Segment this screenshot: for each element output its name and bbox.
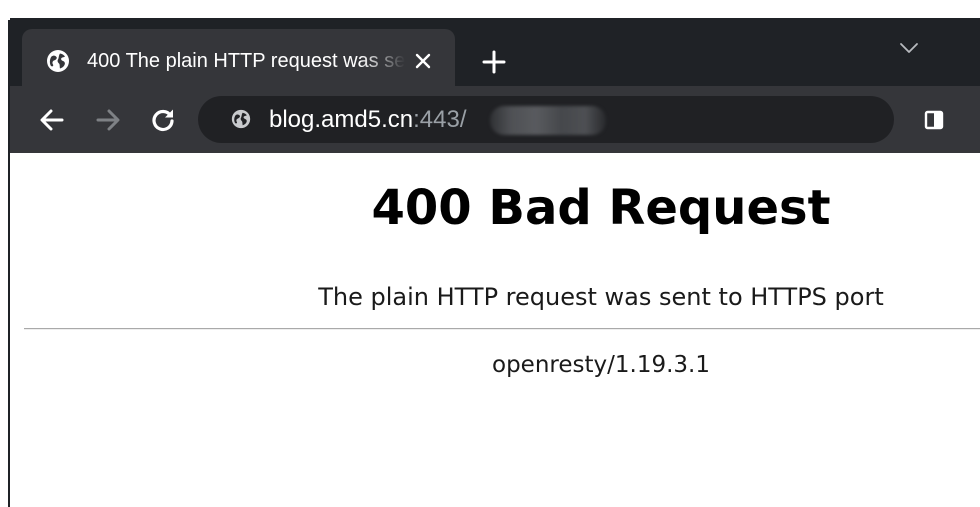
arrow-right-icon[interactable] xyxy=(93,105,123,135)
server-signature: openresty/1.19.3.1 xyxy=(492,352,710,378)
url-host: blog.amd5.cn xyxy=(269,106,414,133)
toolbar: blog.amd5.cn:443/ xyxy=(10,86,980,153)
url-text[interactable]: blog.amd5.cn:443/ xyxy=(269,103,466,136)
plus-icon[interactable] xyxy=(481,49,507,75)
tab-strip: 400 The plain HTTP request was sent to H… xyxy=(10,18,980,86)
address-bar[interactable]: blog.amd5.cn:443/ xyxy=(198,96,894,143)
site-info-icon[interactable] xyxy=(231,109,251,129)
reload-icon[interactable] xyxy=(148,105,178,135)
globe-icon xyxy=(47,50,69,72)
page-title: 400 Bad Request xyxy=(371,180,831,236)
tab-title: 400 The plain HTTP request was sent to H… xyxy=(87,50,405,72)
side-panel-icon[interactable] xyxy=(924,110,944,130)
chevron-down-icon[interactable] xyxy=(898,37,920,59)
url-port: :443 xyxy=(413,106,460,133)
url-path: / xyxy=(459,106,467,133)
close-icon[interactable] xyxy=(412,50,434,72)
redacted-url-path xyxy=(490,106,606,135)
browser-chrome: 400 The plain HTTP request was sent to H… xyxy=(10,18,980,153)
arrow-left-icon[interactable] xyxy=(37,105,67,135)
error-message: The plain HTTP request was sent to HTTPS… xyxy=(318,283,884,311)
desktop-edge xyxy=(0,0,8,507)
page-content: 400 Bad Request The plain HTTP request w… xyxy=(10,153,980,507)
divider xyxy=(24,328,980,330)
